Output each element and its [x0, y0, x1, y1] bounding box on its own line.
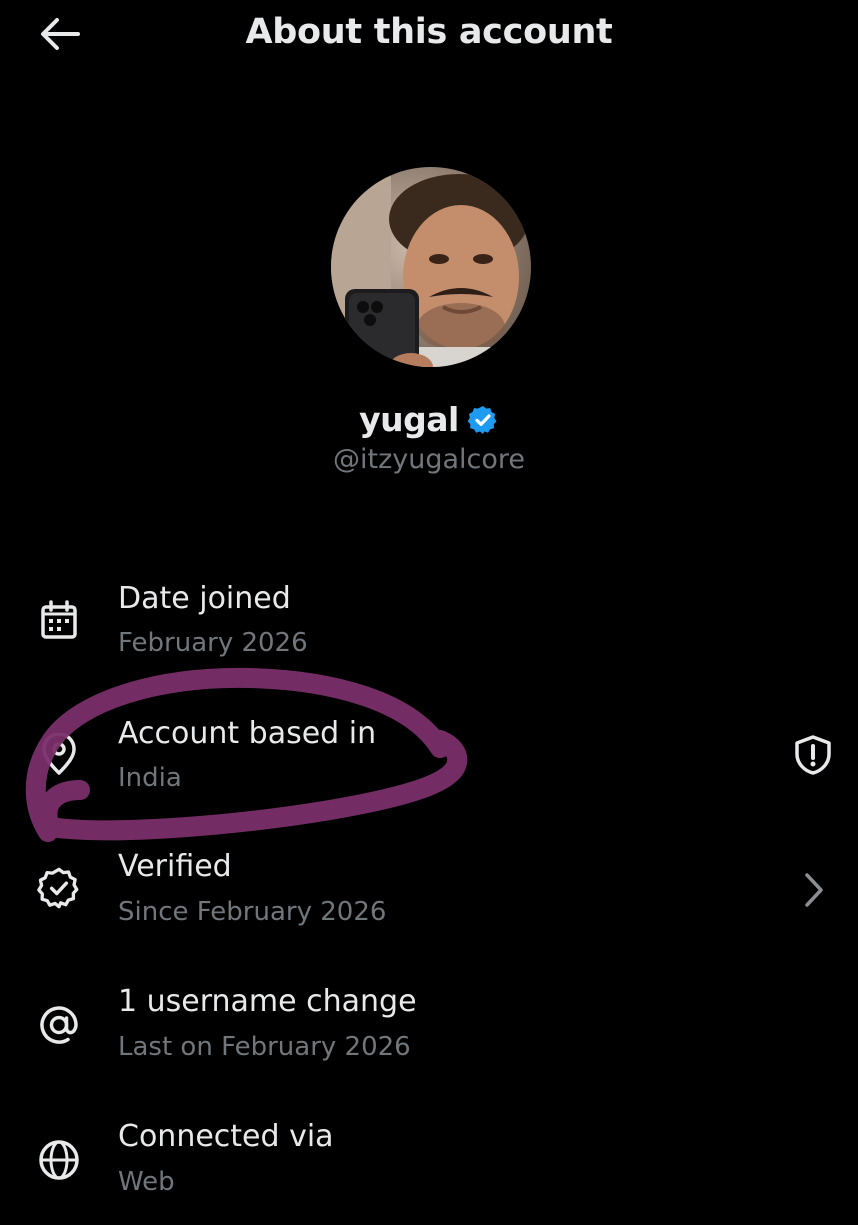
row-date-joined: Date joined February 2026 — [0, 575, 858, 685]
username-handle: @itzyugalcore — [332, 444, 526, 475]
calendar-icon — [36, 597, 82, 643]
row-title: Account based in — [118, 716, 377, 751]
verified-badge-icon — [467, 405, 497, 434]
row-subtitle: Last on February 2026 — [118, 1032, 411, 1062]
row-title: Connected via — [118, 1119, 334, 1154]
shield-alert-icon[interactable] — [790, 732, 836, 778]
at-sign-icon — [36, 1002, 82, 1048]
row-subtitle: Web — [118, 1167, 175, 1197]
row-account-based-in[interactable]: Account based in India — [0, 710, 858, 820]
row-subtitle: India — [118, 763, 182, 793]
row-username-change: 1 username change Last on February 2026 — [0, 980, 858, 1090]
row-title: Date joined — [118, 581, 291, 616]
row-title: 1 username change — [118, 984, 417, 1019]
row-subtitle: February 2026 — [118, 628, 308, 658]
display-name: yugal — [359, 400, 459, 439]
row-verified[interactable]: Verified Since February 2026 — [0, 845, 858, 955]
display-name-row: yugal — [0, 400, 858, 439]
globe-icon — [36, 1137, 82, 1183]
row-connected-via: Connected via Web — [0, 1115, 858, 1225]
page-title: About this account — [245, 12, 613, 52]
row-subtitle: Since February 2026 — [118, 897, 387, 927]
location-pin-icon — [36, 732, 82, 778]
avatar[interactable] — [331, 167, 531, 367]
row-title: Verified — [118, 849, 232, 884]
verified-badge-icon — [36, 865, 82, 911]
chevron-right-icon[interactable] — [790, 867, 836, 913]
top-bar: About this account — [0, 0, 858, 70]
profile-photo — [331, 167, 531, 367]
